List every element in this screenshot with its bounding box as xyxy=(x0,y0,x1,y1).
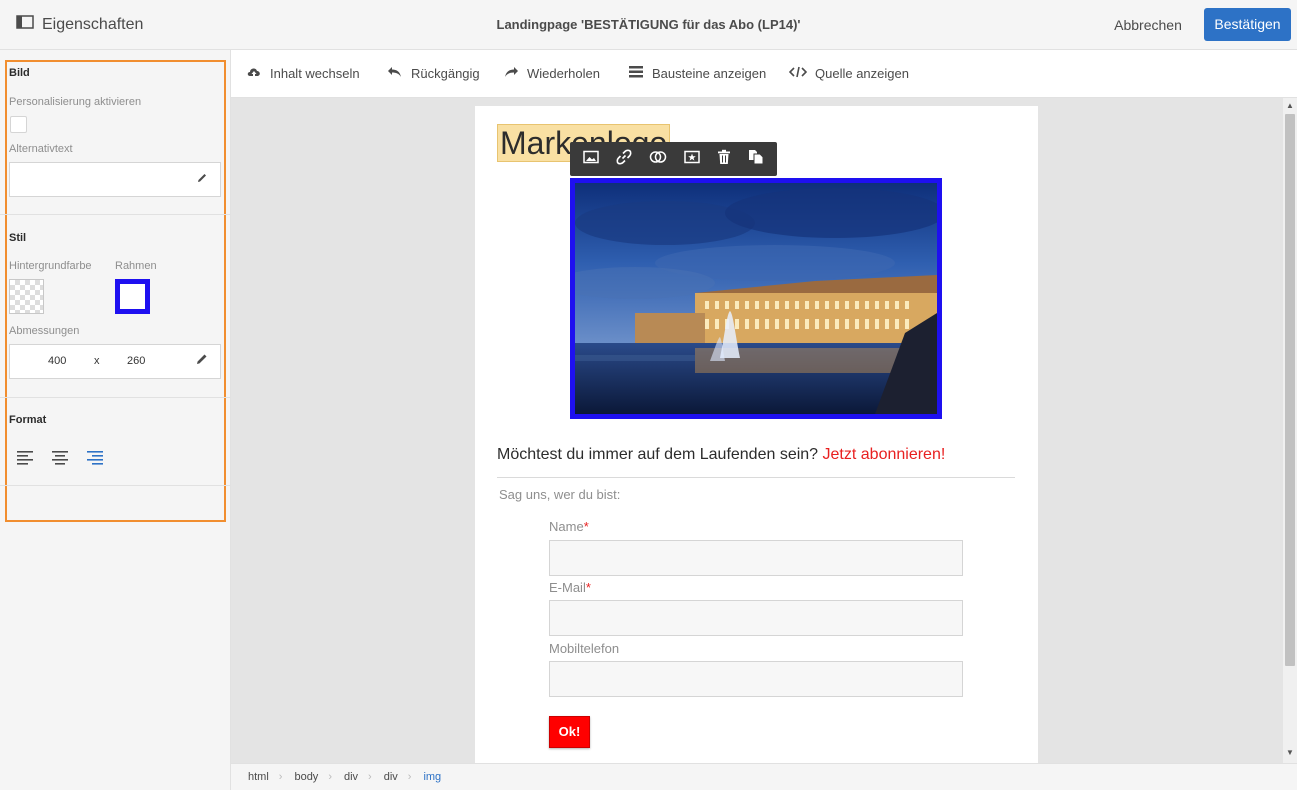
section-style-title: Stil xyxy=(9,232,27,244)
link-icon[interactable] xyxy=(616,149,632,170)
redo-button[interactable]: Wiederholen xyxy=(503,65,600,82)
required-mark: * xyxy=(583,519,589,534)
show-source-button[interactable]: Quelle anzeigen xyxy=(788,65,909,82)
breadcrumb-label[interactable]: div xyxy=(384,771,398,783)
switch-content-label: Inhalt wechseln xyxy=(270,66,360,81)
alt-text-edit-button[interactable] xyxy=(183,162,221,197)
panel-divider xyxy=(0,485,230,486)
selected-image[interactable] xyxy=(570,178,942,419)
chevron-right-icon: › xyxy=(368,771,372,783)
breadcrumb-item[interactable]: div › xyxy=(384,771,424,783)
breadcrumb-item[interactable]: html › xyxy=(248,771,294,783)
required-mark: * xyxy=(585,580,591,595)
show-blocks-button[interactable]: Bausteine anzeigen xyxy=(628,65,766,82)
name-label: Name* xyxy=(549,519,589,534)
email-label: E-Mail* xyxy=(549,580,591,595)
landing-page: Markenlogo xyxy=(475,106,1038,763)
page-title: Landingpage 'BESTÄTIGUNG für das Abo (LP… xyxy=(496,17,801,32)
editor-toolbar: Inhalt wechseln Rückgängig Wiederholen B… xyxy=(231,50,1297,98)
form-intro: Sag uns, wer du bist: xyxy=(499,487,621,502)
name-label-text: Name xyxy=(549,519,584,534)
trash-icon[interactable] xyxy=(717,149,731,170)
chevron-right-icon: › xyxy=(278,771,283,783)
align-left-icon[interactable] xyxy=(16,449,34,470)
switch-content-button[interactable]: Inhalt wechseln xyxy=(246,65,360,82)
show-blocks-label: Bausteine anzeigen xyxy=(652,66,767,81)
scroll-up-icon[interactable]: ▲ xyxy=(1286,101,1294,110)
image-icon[interactable] xyxy=(582,150,599,169)
scrollbar-thumb[interactable] xyxy=(1285,114,1295,666)
confirm-button[interactable]: Bestätigen xyxy=(1204,8,1291,41)
undo-button[interactable]: Rückgängig xyxy=(387,65,480,82)
breadcrumb-label[interactable]: body xyxy=(294,771,318,783)
dimensions-field[interactable]: 400 x 260 xyxy=(9,344,184,379)
section-format-title: Format xyxy=(9,414,47,426)
pencil-icon xyxy=(195,352,209,371)
subscribe-cta[interactable]: Jetzt abonnieren! xyxy=(823,446,946,463)
height-value[interactable]: 260 xyxy=(127,355,145,367)
width-value[interactable]: 400 xyxy=(48,355,66,367)
pencil-icon xyxy=(196,171,208,189)
background-color-label: Hintergrundfarbe xyxy=(9,260,92,272)
redo-label: Wiederholen xyxy=(527,66,600,81)
breadcrumb-label[interactable]: html xyxy=(248,771,269,783)
scroll-down-icon[interactable]: ▼ xyxy=(1286,748,1294,757)
personalization-label: Personalisierung aktivieren xyxy=(9,96,142,108)
dimensions-edit-button[interactable] xyxy=(183,344,221,379)
background-color-swatch[interactable] xyxy=(9,279,44,314)
dimensions-separator: x xyxy=(94,355,100,367)
chevron-right-icon: › xyxy=(407,771,412,783)
personalization-checkbox[interactable] xyxy=(10,116,27,133)
undo-icon xyxy=(387,65,403,82)
panel-divider xyxy=(0,397,230,398)
breadcrumb: html › body › div › div › img xyxy=(231,763,1297,790)
show-source-label: Quelle anzeigen xyxy=(815,66,909,81)
email-label-text: E-Mail xyxy=(549,580,586,595)
cloud-upload-icon xyxy=(246,65,262,82)
section-image-title: Bild xyxy=(9,67,30,79)
breadcrumb-item[interactable]: div › xyxy=(344,771,384,783)
mobile-label-text: Mobiltelefon xyxy=(549,641,620,656)
mobile-label: Mobiltelefon xyxy=(549,641,619,656)
align-center-icon[interactable] xyxy=(51,449,69,470)
star-icon[interactable] xyxy=(684,150,700,169)
name-input[interactable] xyxy=(549,540,963,576)
blocks-icon xyxy=(628,65,644,82)
redo-icon xyxy=(503,65,519,82)
chevron-right-icon: › xyxy=(328,771,332,783)
top-bar: Eigenschaften Landingpage 'BESTÄTIGUNG f… xyxy=(0,0,1297,50)
email-input[interactable] xyxy=(549,600,963,636)
align-right-icon[interactable] xyxy=(86,449,104,470)
palace-photo xyxy=(575,183,937,414)
border-label: Rahmen xyxy=(115,260,157,272)
border-color-swatch[interactable] xyxy=(115,279,150,314)
breadcrumb-item-current[interactable]: img xyxy=(423,771,441,783)
editor-canvas: Markenlogo xyxy=(231,98,1283,763)
duplicate-icon[interactable] xyxy=(748,149,764,170)
headline: Möchtest du immer auf dem Laufenden sein… xyxy=(497,446,945,464)
alt-text-label: Alternativtext xyxy=(9,143,73,155)
image-toolbar xyxy=(570,142,777,176)
personalize-icon[interactable] xyxy=(649,150,667,169)
alignment-group xyxy=(16,449,104,470)
undo-label: Rückgängig xyxy=(411,66,480,81)
code-icon xyxy=(788,65,808,82)
breadcrumb-item[interactable]: body › xyxy=(294,771,344,783)
alt-text-input[interactable] xyxy=(9,162,184,197)
mobile-input[interactable] xyxy=(549,661,963,697)
dimensions-label: Abmessungen xyxy=(9,325,80,337)
headline-text: Möchtest du immer auf dem Laufenden sein… xyxy=(497,446,819,463)
breadcrumb-label[interactable]: div xyxy=(344,771,358,783)
properties-panel: Bild Personalisierung aktivieren Alterna… xyxy=(0,50,231,790)
submit-button[interactable]: Ok! xyxy=(549,716,590,748)
breadcrumb-label[interactable]: img xyxy=(423,771,441,783)
content-divider xyxy=(497,477,1015,478)
panel-divider xyxy=(0,214,230,215)
cancel-button[interactable]: Abbrechen xyxy=(1108,10,1188,40)
vertical-scrollbar[interactable]: ▲ ▼ xyxy=(1283,98,1297,763)
